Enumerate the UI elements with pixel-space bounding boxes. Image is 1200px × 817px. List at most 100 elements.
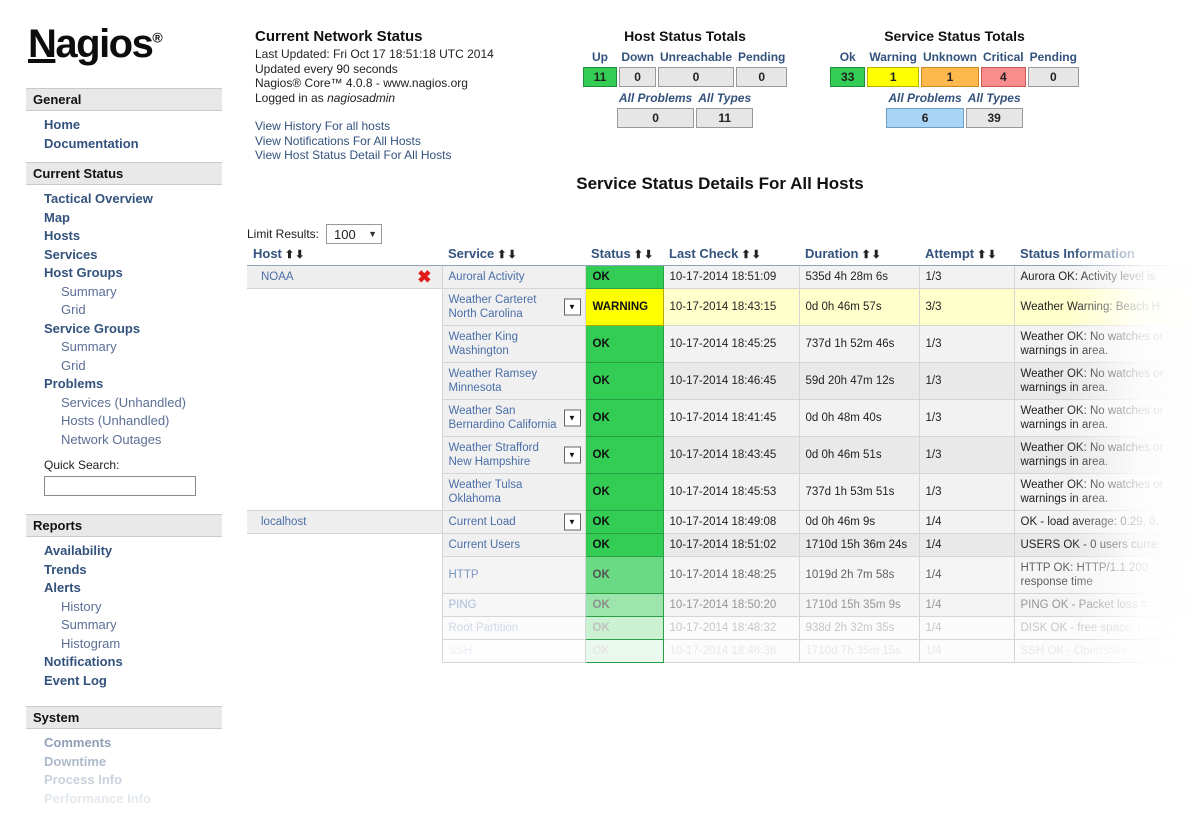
status-links: View History For all hosts View Notifica…: [255, 119, 555, 163]
link-view-host-status-detail-all-hosts[interactable]: View Host Status Detail For All Hosts: [255, 148, 555, 163]
service-cell[interactable]: Weather Tulsa Oklahoma: [441, 473, 586, 511]
host-cell[interactable]: localhost: [247, 510, 443, 534]
service-cell[interactable]: SSH: [441, 639, 586, 663]
sidebar-item-comments[interactable]: Comments: [44, 734, 222, 753]
sidebar-item-process-info[interactable]: Process Info: [44, 771, 222, 790]
sidebar-item-services[interactable]: Services: [44, 246, 222, 265]
service-total-pending-value[interactable]: 0: [1027, 67, 1079, 87]
sidebar-item-service-groups[interactable]: Service Groups: [44, 320, 222, 339]
service-cell[interactable]: Auroral Activity: [441, 265, 586, 289]
service-cell[interactable]: Weather Strafford New Hampshire ▼: [441, 436, 586, 474]
service-link[interactable]: Weather Strafford New Hampshire: [449, 442, 539, 468]
sort-arrows-icon[interactable]: ⬆⬇: [497, 249, 517, 261]
sidebar-item-host-groups[interactable]: Host Groups: [44, 264, 222, 283]
host-all-types-value[interactable]: 11: [696, 108, 754, 128]
service-total-critical-value[interactable]: 4: [980, 67, 1026, 87]
sidebar-item-event-log[interactable]: Event Log: [44, 672, 222, 691]
host-total-unreachable-value[interactable]: 0: [657, 67, 735, 87]
sidebar-item-alerts[interactable]: Alerts: [44, 579, 222, 598]
sidebar-item-trends[interactable]: Trends: [44, 561, 222, 580]
sidebar-item-performance-info[interactable]: Performance Info: [44, 790, 222, 809]
sidebar-item-notifications[interactable]: Notifications: [44, 653, 222, 672]
service-cell[interactable]: Weather Carteret North Carolina ▼: [441, 288, 586, 326]
service-cell[interactable]: Weather King Washington: [441, 325, 586, 363]
sidebar-item-network-outages[interactable]: Network Outages: [44, 431, 222, 450]
service-cell[interactable]: Current Users: [441, 533, 586, 557]
sidebar-item-host-groups-grid[interactable]: Grid: [44, 301, 222, 320]
service-all-problems-value[interactable]: 6: [886, 108, 964, 128]
quick-search-input[interactable]: [44, 476, 196, 496]
sidebar-item-alerts-histogram[interactable]: Histogram: [44, 635, 222, 654]
service-link[interactable]: Weather Carteret North Carolina: [449, 294, 537, 320]
link-view-history-all-hosts[interactable]: View History For all hosts: [255, 119, 555, 134]
column-header-last-check[interactable]: Last Check ⬆⬇: [663, 246, 799, 266]
sidebar-item-problems-services-unhandled[interactable]: Services (Unhandled): [44, 394, 222, 413]
service-cell[interactable]: Current Load ▼: [441, 510, 586, 534]
service-link[interactable]: PING: [449, 599, 477, 611]
service-actions-dropdown-icon[interactable]: ▼: [563, 446, 581, 464]
service-cell[interactable]: Weather Ramsey Minnesota: [441, 362, 586, 400]
sort-arrows-icon[interactable]: ⬆⬇: [285, 249, 305, 261]
sort-arrows-icon[interactable]: ⬆⬇: [634, 249, 654, 261]
host-cell[interactable]: NOAA ✖: [247, 265, 443, 289]
host-link[interactable]: NOAA: [261, 271, 294, 283]
service-total-ok-value[interactable]: 33: [830, 67, 866, 87]
service-actions-dropdown-icon[interactable]: ▼: [563, 409, 581, 427]
service-link[interactable]: Auroral Activity: [449, 271, 525, 283]
table-row: Root Partition OK 10-17-2014 18:48:32 938d …: [247, 616, 1200, 640]
sidebar-item-tactical-overview[interactable]: Tactical Overview: [44, 190, 222, 209]
column-header-attempt[interactable]: Attempt ⬆⬇: [919, 246, 1014, 266]
host-status-totals-panel: Host Status Totals Up Down Unreachable P…: [560, 28, 810, 130]
service-cell[interactable]: PING: [441, 593, 586, 617]
sidebar-item-alerts-history[interactable]: History: [44, 598, 222, 617]
last-check-cell: 10-17-2014 18:45:53: [662, 473, 800, 511]
service-cell[interactable]: Root Partition: [441, 616, 586, 640]
host-status-totals-title: Host Status Totals: [624, 28, 746, 44]
service-cell[interactable]: HTTP: [441, 556, 586, 594]
service-link[interactable]: Current Load: [449, 516, 516, 528]
sidebar-item-hosts[interactable]: Hosts: [44, 227, 222, 246]
service-link[interactable]: Weather King Washington: [449, 331, 518, 357]
column-header-host[interactable]: Host ⬆⬇: [247, 246, 442, 266]
service-link[interactable]: Weather Tulsa Oklahoma: [449, 479, 523, 505]
sort-arrows-icon[interactable]: ⬆⬇: [741, 249, 761, 261]
attempt-cell: 1/4: [918, 533, 1015, 557]
column-header-service[interactable]: Service ⬆⬇: [442, 246, 585, 266]
sort-arrows-icon[interactable]: ⬆⬇: [861, 249, 881, 261]
service-total-unknown-value[interactable]: 1: [920, 67, 979, 87]
sidebar-item-problems-hosts-unhandled[interactable]: Hosts (Unhandled): [44, 412, 222, 431]
sidebar-item-map[interactable]: Map: [44, 209, 222, 228]
red-x-icon[interactable]: ✖: [417, 269, 431, 286]
sort-arrows-icon[interactable]: ⬆⬇: [977, 249, 997, 261]
service-cell[interactable]: Weather San Bernardino California ▼: [441, 399, 586, 437]
service-link[interactable]: Weather Ramsey Minnesota: [449, 368, 538, 394]
service-link[interactable]: SSH: [449, 645, 473, 657]
sidebar-item-documentation[interactable]: Documentation: [44, 135, 222, 154]
sidebar-item-problems[interactable]: Problems: [44, 375, 222, 394]
host-all-problems-value[interactable]: 0: [616, 108, 695, 128]
sidebar-item-host-groups-summary[interactable]: Summary: [44, 283, 222, 302]
limit-results-select[interactable]: 100 ▼: [326, 224, 383, 244]
host-total-up-value[interactable]: 11: [582, 67, 618, 87]
service-total-warning-value[interactable]: 1: [867, 67, 919, 87]
service-link[interactable]: Root Partition: [449, 622, 519, 634]
service-all-types-value[interactable]: 39: [965, 108, 1023, 128]
sidebar-item-availability[interactable]: Availability: [44, 542, 222, 561]
sidebar-item-service-groups-grid[interactable]: Grid: [44, 357, 222, 376]
sidebar-item-downtime[interactable]: Downtime: [44, 753, 222, 772]
host-total-down-value[interactable]: 0: [619, 67, 656, 87]
host-link[interactable]: localhost: [261, 516, 306, 528]
host-total-pending-value[interactable]: 0: [736, 67, 788, 87]
sidebar-item-alerts-summary[interactable]: Summary: [44, 616, 222, 635]
sidebar-item-home[interactable]: Home: [44, 116, 222, 135]
column-header-status[interactable]: Status ⬆⬇: [585, 246, 663, 266]
service-actions-dropdown-icon[interactable]: ▼: [563, 513, 581, 531]
service-link[interactable]: Current Users: [449, 539, 521, 551]
sidebar-item-service-groups-summary[interactable]: Summary: [44, 338, 222, 357]
service-link[interactable]: HTTP: [449, 569, 479, 581]
service-actions-dropdown-icon[interactable]: ▼: [563, 298, 581, 316]
sidebar-list-general: Home Documentation: [26, 116, 222, 153]
column-header-duration[interactable]: Duration ⬆⬇: [799, 246, 919, 266]
link-view-notifications-all-hosts[interactable]: View Notifications For All Hosts: [255, 134, 555, 149]
service-link[interactable]: Weather San Bernardino California: [449, 405, 557, 431]
